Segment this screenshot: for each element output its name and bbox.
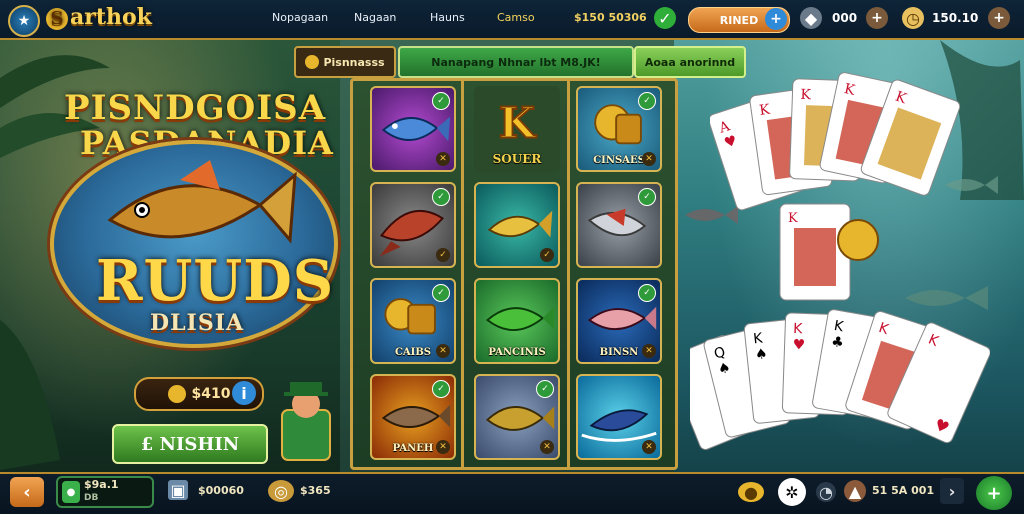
app-logo: Sarthok [46,4,152,30]
tab-2[interactable]: Nanapang Nhnar lbt M8.JK! [398,46,634,78]
svg-text:K: K [793,321,804,337]
lower-card-fan: K Q♠ K♠ K♥ K♣ K K♥ [690,300,990,470]
upper-card-fan: A♥ K K K K [710,70,960,220]
svg-text:♠: ♠ [754,346,768,363]
promo-ribbon-sub: DLISIA [150,310,244,336]
tile-action-icon: ✕ [642,344,656,358]
tile-action-icon: ✓ [436,248,450,262]
tile-label: PANEH [393,443,434,454]
tile-silver-fish[interactable]: ✓ [576,182,662,268]
balance-readout: 150.10 [932,11,978,25]
tile-check-badge-icon: ✓ [638,284,656,302]
coin-icon [168,385,186,403]
tile-check-badge-icon: ✓ [432,380,450,398]
logo-coin-icon: S [46,8,68,30]
tile-gold-coins[interactable]: ✓ ✕ CINSAES [576,86,662,172]
tile-fire-fish[interactable]: ✓ ✕ PANEH [370,374,456,460]
tile-yellow-fish[interactable]: ✓ [474,182,560,268]
nav-item-3[interactable]: Hauns [430,11,465,24]
back-arrow-icon[interactable]: ‹ [10,477,44,507]
tile-action-icon: ✕ [436,344,450,358]
tab-1-label: Pisnnasss [323,56,384,69]
svg-text:K: K [800,87,812,103]
coins-value: $365 [300,484,331,497]
svg-text:K: K [788,211,798,226]
tile-label: PANCINIS [488,347,545,358]
tile-golden-fish[interactable]: ✓ ✕ [474,374,560,460]
bottom-coin-icon: ● [738,482,764,502]
tab-1[interactable]: Pisnnasss [294,46,396,78]
tile-action-icon: ✕ [436,152,450,166]
tile-check-badge-icon: ✓ [638,188,656,206]
tile-check-badge-icon: ✓ [536,380,554,398]
column-divider [567,81,570,467]
tab-2-label: Nanapang Nhnar lbt M8.JK! [431,56,600,69]
settings-gear-icon[interactable]: ✲ [778,478,806,506]
tile-k-letter[interactable]: K SOUER [474,86,560,172]
status-text: 51 5A 001 [872,484,934,497]
green-check-icon[interactable]: ✓ [654,7,676,29]
tile-splash-fish[interactable]: ✕ [576,374,662,460]
play-now-button[interactable]: £ NISHIN [112,424,268,464]
single-card-with-coin: K [776,200,886,304]
tile-check-badge-icon: ✓ [432,188,450,206]
balance-label: $9a.1 [84,478,119,491]
info-badge-icon[interactable]: i [232,381,256,405]
leprechaun-mascot-icon [276,380,336,464]
promo-ribbon-main: RUUDS [96,248,334,314]
tile-check-badge-icon: ✓ [432,92,450,110]
nav-item-2[interactable]: Nagaan [354,11,396,24]
svg-text:K: K [499,99,537,148]
add-balance-plus-icon[interactable]: + [988,7,1010,29]
chest-icon: ▲ [844,480,866,502]
tile-check-badge-icon: ✓ [432,284,450,302]
tile-purple-fish[interactable]: ✓ ✕ [370,86,456,172]
nav-item-4[interactable]: Camso [497,11,535,24]
tile-blue-fish[interactable]: ✓ ✕ BINSN [576,278,662,364]
clock-icon[interactable]: ◔ [816,482,836,502]
player-icon: ● [62,481,80,503]
column-divider [461,81,464,467]
tile-action-icon: ✕ [540,440,554,454]
play-now-label: £ NISHIN [141,434,240,455]
tile-label: SOUER [493,152,542,166]
item-count: 000 [832,11,857,25]
add-gold-plus-icon[interactable]: + [765,8,787,30]
gold-button-label: RINED [720,14,758,27]
tile-red-fish[interactable]: ✓ ✓ [370,182,456,268]
tile-gold-coins-2[interactable]: ✓ ✕ CAIBS [370,278,456,364]
timer-icon: ◷ [902,7,924,29]
tile-action-icon: ✕ [642,152,656,166]
tab-3-label: Aoaa anorinnd [645,56,735,69]
gems-value: $00060 [198,484,244,497]
tile-check-badge-icon: ✓ [638,92,656,110]
tile-action-icon: ✕ [642,440,656,454]
promo-title-line-1: PISNDGOISA [64,88,326,128]
top-coins-readout: $150 50306 [574,11,647,24]
tile-green-fish[interactable]: PANCINIS [474,278,560,364]
balance-sub: DB [84,493,98,503]
home-star-icon[interactable]: ★ [8,5,40,37]
logo-text: arthok [70,4,152,30]
coin-reward-value: $410 [192,386,231,402]
tile-action-icon: ✓ [540,248,554,262]
add-items-plus-icon[interactable]: + [866,7,888,29]
tile-action-icon: ✕ [436,440,450,454]
tile-label: CINSAES [593,155,645,166]
big-fish-icon [90,160,300,260]
green-plus-icon[interactable]: + [976,476,1012,510]
svg-text:♥: ♥ [792,337,805,353]
nav-item-1[interactable]: Nopagaan [272,11,328,24]
coins-stack-icon: ◎ [268,480,294,502]
next-arrow-icon[interactable]: › [940,478,964,504]
tab-coin-icon [305,55,319,69]
tile-label: BINSN [600,347,639,358]
bag-icon: ◆ [800,7,822,29]
tile-label: CAIBS [395,347,431,358]
jungle-foliage-decoration [0,300,70,470]
gem-cube-icon: ▣ [168,480,188,500]
